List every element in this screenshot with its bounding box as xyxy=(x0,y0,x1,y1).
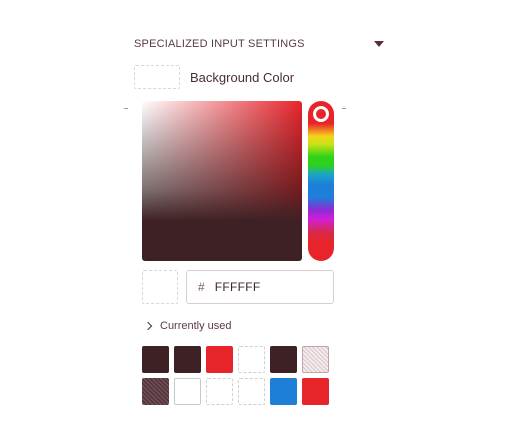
saturation-value-area[interactable] xyxy=(142,101,302,261)
color-swatch[interactable] xyxy=(302,378,329,405)
caret-down-icon[interactable] xyxy=(374,41,384,47)
background-color-row: Background Color xyxy=(134,64,294,90)
color-swatch[interactable] xyxy=(302,346,329,373)
hue-slider-handle[interactable] xyxy=(313,106,329,122)
hash-icon: # xyxy=(198,280,205,294)
color-swatch[interactable] xyxy=(142,378,169,405)
color-preview xyxy=(142,270,178,304)
color-swatch[interactable] xyxy=(238,346,265,373)
picker-corner-mark xyxy=(342,108,346,109)
hue-slider[interactable] xyxy=(308,101,334,261)
color-swatch[interactable] xyxy=(174,346,201,373)
color-swatch[interactable] xyxy=(238,378,265,405)
color-swatch[interactable] xyxy=(206,346,233,373)
color-swatch[interactable] xyxy=(270,346,297,373)
picker-corner-mark xyxy=(124,108,128,109)
chevron-right-icon xyxy=(143,321,153,331)
color-settings-panel: SPECIALIZED INPUT SETTINGS Background Co… xyxy=(0,0,518,441)
currently-used-label: Currently used xyxy=(160,320,232,332)
hex-input[interactable]: # FFFFFF xyxy=(186,270,334,304)
color-swatch[interactable] xyxy=(206,378,233,405)
color-swatch[interactable] xyxy=(270,378,297,405)
color-swatch[interactable] xyxy=(174,378,201,405)
currently-used-toggle[interactable]: Currently used xyxy=(143,318,232,334)
section-title: SPECIALIZED INPUT SETTINGS xyxy=(134,38,305,50)
background-color-label: Background Color xyxy=(190,69,295,85)
recent-swatch-grid xyxy=(142,346,334,405)
color-swatch[interactable] xyxy=(142,346,169,373)
hex-value[interactable]: FFFFFF xyxy=(215,280,261,294)
background-color-swatch[interactable] xyxy=(134,65,180,89)
section-header[interactable]: SPECIALIZED INPUT SETTINGS xyxy=(134,34,386,54)
